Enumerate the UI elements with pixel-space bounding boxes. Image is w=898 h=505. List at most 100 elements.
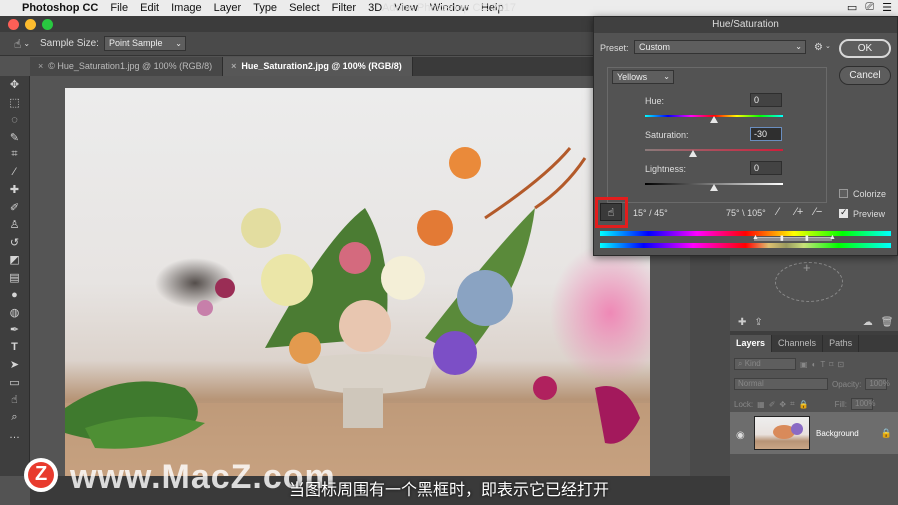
saturation-slider-track[interactable]	[645, 149, 783, 151]
type-tool-icon[interactable]: T	[0, 339, 29, 357]
range-handle-left[interactable]: ▲	[752, 234, 759, 241]
blur-tool-icon[interactable]: ●	[0, 286, 29, 304]
chevron-down-icon: ⌄	[175, 39, 182, 48]
brush-tool-icon[interactable]: ✐	[0, 199, 29, 217]
eyedropper-minus-icon[interactable]: ⁄−	[814, 206, 822, 218]
toolbox: ✥ ⬚ ◌ ✎ ⌗ ⁄ ✚ ✐ ♙ ↺ ◩ ▤ ● ◍ ✒ T ➤ ▭ ☝ ⌕ …	[0, 76, 30, 476]
cloud-icon[interactable]: ☁	[863, 317, 873, 328]
quick-select-tool-icon[interactable]: ✎	[0, 129, 29, 147]
type-filter-icon[interactable]: T	[820, 360, 825, 369]
fill-field[interactable]: 100%	[851, 398, 876, 410]
gear-icon[interactable]: ⚙	[814, 42, 823, 53]
tab-paths[interactable]: Paths	[823, 335, 860, 352]
stamp-tool-icon[interactable]: ♙	[0, 216, 29, 234]
zoom-window-icon[interactable]	[42, 18, 53, 30]
more-tools-icon[interactable]: …	[0, 426, 29, 444]
watermark-logo-letter: Z	[35, 463, 48, 485]
lock-move-icon[interactable]: ✥	[779, 400, 786, 409]
kind-filter-select[interactable]: ⌕ Kind	[734, 358, 796, 370]
lightness-slider-thumb[interactable]	[710, 184, 718, 191]
lock-all-icon[interactable]: 🔒	[799, 400, 809, 409]
gradient-tool-icon[interactable]: ▤	[0, 269, 29, 287]
hue-slider-thumb[interactable]	[710, 116, 718, 123]
lasso-tool-icon[interactable]: ◌	[0, 111, 29, 129]
range-handle-mid-right[interactable]: ▮	[805, 234, 809, 242]
shape-filter-icon[interactable]: ⌑	[829, 360, 833, 369]
eyedropper-tool-icon[interactable]: ⁄	[0, 164, 29, 182]
colorize-checkbox[interactable]	[839, 189, 848, 198]
range-handle-right[interactable]: ▲	[829, 234, 836, 241]
zoom-tool-icon[interactable]: ⌕	[0, 409, 29, 427]
hand-tool-icon[interactable]: ☝	[0, 391, 29, 409]
chevron-down-icon[interactable]: ⌄	[23, 39, 30, 48]
shape-tool-icon[interactable]: ▭	[0, 374, 29, 392]
saturation-label: Saturation:	[645, 130, 689, 140]
marquee-tool-icon[interactable]: ⬚	[0, 94, 29, 112]
preview-label: Preview	[853, 209, 886, 219]
dodge-tool-icon[interactable]: ◍	[0, 304, 29, 322]
close-tab-icon[interactable]: ×	[231, 61, 236, 71]
crop-tool-icon[interactable]: ⌗	[0, 146, 29, 164]
image-filter-icon[interactable]: ▣	[800, 360, 808, 369]
layer-background[interactable]: Background 🔒	[730, 412, 898, 454]
search-icon: ⌕	[738, 359, 743, 368]
healing-brush-tool-icon[interactable]: ✚	[0, 181, 29, 199]
lock-brush-icon[interactable]: ✐	[769, 400, 776, 409]
minimize-window-icon[interactable]	[25, 18, 36, 30]
lightness-value-field[interactable]: 0	[750, 161, 782, 175]
preview-checkbox[interactable]	[839, 207, 848, 218]
lock-artboard-icon[interactable]: ⌗	[790, 399, 795, 409]
range-handle-mid-left[interactable]: ▮	[780, 234, 784, 242]
channel-select[interactable]: Yellows ⌄	[612, 70, 674, 84]
hue-spectrum-bottom	[600, 243, 891, 248]
blend-mode-select[interactable]: Normal	[734, 378, 828, 390]
color-range-slider[interactable]	[754, 237, 832, 241]
window-titlebar	[0, 16, 593, 32]
eyedropper-plus-icon[interactable]: ⁄+	[795, 206, 803, 218]
preset-select[interactable]: Custom ⌄	[634, 40, 806, 54]
dialog-title: Hue/Saturation	[594, 17, 897, 33]
tab-channels[interactable]: Channels	[772, 335, 824, 352]
opacity-field[interactable]: 100%	[865, 378, 890, 390]
saturation-slider-thumb[interactable]	[689, 150, 698, 157]
plus-icon[interactable]: ✚	[738, 317, 746, 328]
adjustment-filter-icon[interactable]: ◐	[812, 360, 817, 369]
tab-hue-saturation-1[interactable]: × © Hue_Saturation1.jpg @ 100% (RGB/8)	[30, 57, 224, 76]
hue-label: Hue:	[645, 96, 665, 106]
close-window-icon[interactable]	[8, 18, 19, 30]
hand-tool-icon[interactable]: ☝	[14, 37, 21, 51]
tab-layers[interactable]: Layers	[730, 335, 773, 352]
move-tool-icon[interactable]: ✥	[0, 76, 29, 94]
chevron-down-icon[interactable]: ⌄	[825, 42, 831, 50]
video-subtitle: 当图标周围有一个黑框时，即表示它已经打开	[288, 480, 609, 499]
layers-panel: ⌕ Kind ▣ ◐ T ⌑ ⊡ Normal Opacity: 100% Lo…	[730, 352, 898, 476]
saturation-value-field[interactable]: -30	[750, 127, 782, 141]
history-brush-tool-icon[interactable]: ↺	[0, 234, 29, 252]
eyedropper-icon[interactable]: ⁄	[777, 206, 779, 218]
panel-icon-strip	[690, 256, 730, 476]
document-tabs: × © Hue_Saturation1.jpg @ 100% (RGB/8) × H…	[30, 57, 593, 76]
thumbnail-flowers-purple	[791, 423, 803, 435]
flower-photo[interactable]	[65, 88, 650, 477]
plus-icon[interactable]: +	[803, 260, 811, 275]
tab-hue-saturation-2[interactable]: × Hue_Saturation2.jpg @ 100% (RGB/8)	[223, 57, 413, 76]
eye-visibility-icon[interactable]: ◉	[736, 430, 745, 441]
lightness-label: Lightness:	[645, 164, 687, 174]
layer-name: Background	[816, 428, 859, 438]
ok-button[interactable]: OK	[839, 39, 891, 58]
eraser-tool-icon[interactable]: ◩	[0, 251, 29, 269]
trash-icon[interactable]: 🗑	[881, 317, 894, 328]
lock-row: Lock: ▦ ✐ ✥ ⌗ 🔒 Fill: 100%	[730, 396, 898, 412]
upload-icon[interactable]: ⇪	[754, 317, 762, 328]
lock-pixels-icon[interactable]: ▦	[757, 400, 765, 409]
close-tab-icon[interactable]: ×	[38, 61, 43, 71]
sample-size-select[interactable]: Point Sample ⌄	[103, 36, 186, 51]
pen-tool-icon[interactable]: ✒	[0, 321, 29, 339]
range-left-readout: 15° / 45°	[633, 208, 668, 218]
range-right-readout: 75° \ 105°	[726, 208, 766, 218]
cancel-button[interactable]: Cancel	[839, 66, 891, 85]
hue-value-field[interactable]: 0	[750, 93, 782, 107]
path-select-tool-icon[interactable]: ➤	[0, 356, 29, 374]
lock-icon: 🔒	[880, 427, 892, 438]
smart-object-filter-icon[interactable]: ⊡	[837, 360, 844, 369]
